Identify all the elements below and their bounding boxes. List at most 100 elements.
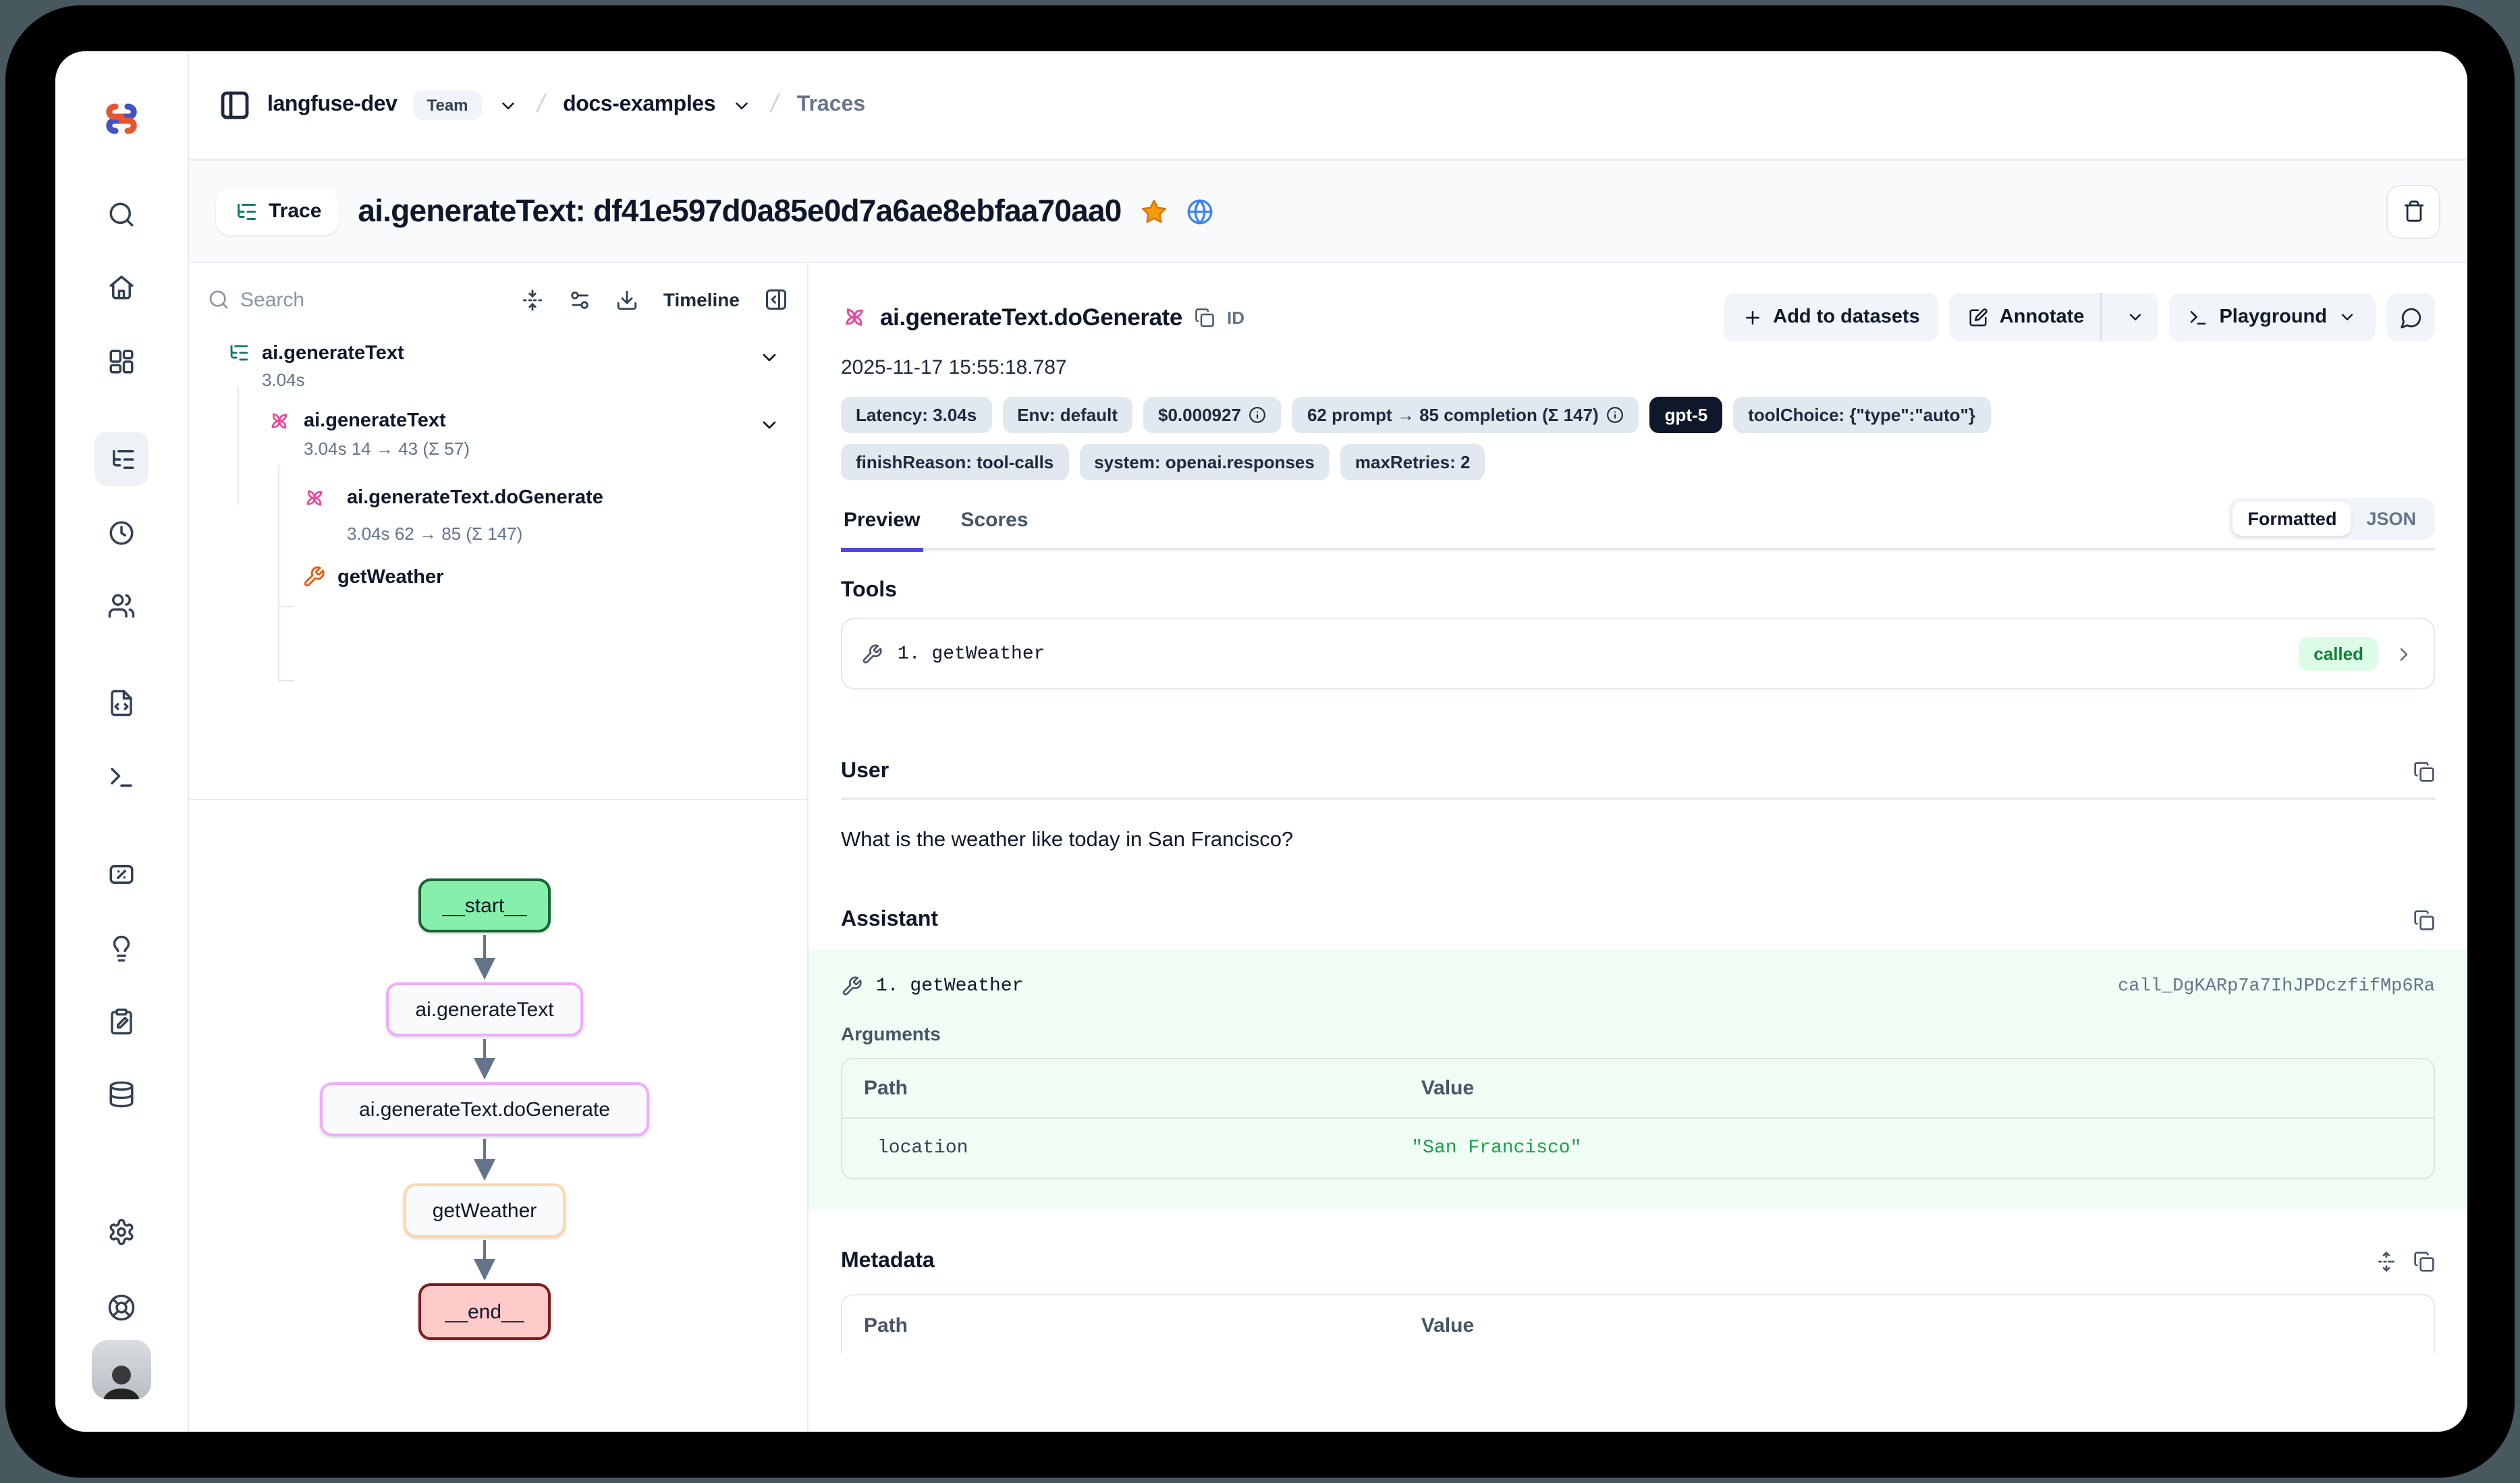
graph-node-dogenerate[interactable]: ai.generateText.doGenerate bbox=[320, 1082, 649, 1136]
download-icon[interactable] bbox=[616, 288, 639, 311]
copy-icon[interactable] bbox=[2413, 1251, 2435, 1272]
annotation-icon[interactable] bbox=[107, 1007, 136, 1036]
breadcrumb-project[interactable]: docs-examples bbox=[563, 93, 715, 117]
annotate-button[interactable]: Annotate bbox=[1950, 293, 2102, 341]
tree-settings-icon[interactable] bbox=[569, 288, 592, 311]
agent-graph-panel: __start__ ai.generateText ai.generateTex… bbox=[189, 800, 807, 1432]
tree-row-stats: 3.04s 14 → 43 (Σ 57) bbox=[267, 439, 788, 459]
annotate-dropdown-chevron-icon[interactable] bbox=[2112, 293, 2158, 341]
collapse-all-icon[interactable] bbox=[522, 288, 545, 311]
metadata-col-value: Value bbox=[1421, 1314, 1474, 1337]
detail-tabs: Preview Scores Formatted JSON bbox=[841, 502, 2435, 551]
avatar[interactable] bbox=[92, 1340, 151, 1399]
metadata-section-header: Metadata bbox=[841, 1250, 2435, 1274]
desktop-background: langfuse-dev Team / docs-examples / Trac… bbox=[0, 0, 2520, 1483]
chevron-down-icon bbox=[2338, 308, 2357, 327]
tree-row-dogenerate-selected[interactable]: ai.generateText.doGenerate 3.04s 62 → 85… bbox=[208, 478, 788, 544]
tree-search-input[interactable] bbox=[240, 288, 362, 311]
search-icon[interactable] bbox=[107, 200, 136, 229]
trace-type-label: Trace bbox=[269, 200, 321, 223]
datasets-icon[interactable] bbox=[107, 1080, 136, 1109]
tree-search[interactable] bbox=[208, 288, 497, 311]
tree-row-label: getWeather bbox=[337, 566, 443, 588]
support-icon[interactable] bbox=[107, 1293, 136, 1322]
observation-badges: Latency: 3.04s Env: default $0.000927 62… bbox=[841, 397, 2191, 480]
tree-row-generation[interactable]: ai.generateText 3.04s 14 → 43 (Σ 57) bbox=[208, 409, 788, 459]
graph-node-generatetext[interactable]: ai.generateText bbox=[386, 982, 583, 1036]
trace-type-pill: Trace bbox=[216, 188, 339, 234]
evals-icon[interactable] bbox=[107, 934, 136, 963]
tokens-badge[interactable]: 62 prompt → 85 completion (Σ 147) bbox=[1292, 397, 1639, 433]
tab-preview[interactable]: Preview bbox=[841, 509, 923, 548]
public-globe-icon[interactable] bbox=[1186, 198, 1213, 225]
copy-id-icon[interactable] bbox=[1195, 307, 1215, 327]
expand-icon[interactable] bbox=[2376, 1251, 2397, 1272]
chevron-down-icon[interactable] bbox=[759, 414, 780, 436]
arguments-label: Arguments bbox=[841, 1023, 2435, 1044]
copy-icon[interactable] bbox=[2413, 910, 2435, 931]
tool-call-name: 1. getWeather bbox=[876, 976, 1023, 997]
tab-scores[interactable]: Scores bbox=[958, 509, 1031, 548]
add-to-datasets-button[interactable]: Add to datasets bbox=[1723, 293, 1939, 341]
copy-icon[interactable] bbox=[2413, 761, 2435, 783]
timeline-toggle[interactable]: Timeline bbox=[663, 289, 740, 310]
model-badge[interactable]: gpt-5 bbox=[1650, 397, 1723, 433]
langfuse-logo bbox=[101, 101, 142, 136]
scores-icon[interactable] bbox=[107, 860, 136, 889]
sessions-icon[interactable] bbox=[107, 519, 136, 547]
tree-row-label: ai.generateText bbox=[304, 410, 446, 432]
playground-icon[interactable] bbox=[107, 763, 136, 791]
args-col-value: Value bbox=[1421, 1077, 1474, 1100]
tools-heading: Tools bbox=[841, 579, 2435, 603]
tracing-icon[interactable] bbox=[94, 432, 148, 486]
observation-tree-panel: Timeline bbox=[189, 263, 807, 800]
sidebar-toggle-icon[interactable] bbox=[219, 89, 251, 121]
wrench-icon bbox=[302, 565, 325, 588]
comments-button[interactable] bbox=[2386, 293, 2435, 341]
observation-title: ai.generateText.doGenerate bbox=[880, 303, 1182, 331]
annotate-split-button[interactable]: Annotate bbox=[1950, 293, 2159, 341]
system-badge: system: openai.responses bbox=[1079, 444, 1330, 480]
collapse-panel-icon[interactable] bbox=[764, 287, 788, 312]
prompts-icon[interactable] bbox=[107, 689, 136, 717]
tree-row-trace[interactable]: ai.generateText 3.04s bbox=[208, 341, 788, 390]
chevron-down-icon[interactable] bbox=[759, 347, 780, 368]
trace-header-bar: Trace ai.generateText: df41e597d0a85e0d7… bbox=[189, 161, 2467, 263]
tool-list-item[interactable]: 1. getWeather called bbox=[841, 618, 2435, 690]
plus-icon bbox=[1742, 307, 1762, 327]
chevron-right-icon[interactable] bbox=[2393, 643, 2415, 665]
breadcrumb-org[interactable]: langfuse-dev bbox=[267, 93, 398, 117]
tree-row-label: ai.generateText.doGenerate bbox=[347, 487, 603, 509]
breadcrumb-section[interactable]: Traces bbox=[797, 93, 865, 117]
comment-icon bbox=[2399, 306, 2422, 329]
graph-node-end[interactable]: __end__ bbox=[418, 1283, 551, 1340]
latency-badge: Latency: 3.04s bbox=[841, 397, 991, 433]
home-icon[interactable] bbox=[107, 273, 136, 302]
tool-called-badge: called bbox=[2299, 637, 2378, 671]
graph-node-start[interactable]: __start__ bbox=[418, 878, 551, 932]
settings-icon[interactable] bbox=[107, 1218, 136, 1246]
assistant-heading: Assistant bbox=[841, 908, 938, 932]
args-row-value: "San Francisco" bbox=[1411, 1138, 1581, 1159]
org-type-badge: Team bbox=[414, 90, 482, 120]
observation-column: Timeline bbox=[189, 263, 809, 1432]
dashboard-icon[interactable] bbox=[107, 347, 136, 376]
maxretries-badge: maxRetries: 2 bbox=[1340, 444, 1485, 480]
delete-trace-button[interactable] bbox=[2386, 184, 2440, 238]
screenshot-stage: langfuse-dev Team / docs-examples / Trac… bbox=[0, 0, 2520, 1483]
bookmark-star-icon[interactable] bbox=[1141, 198, 1168, 225]
format-json-option[interactable]: JSON bbox=[2351, 502, 2431, 536]
format-formatted-option[interactable]: Formatted bbox=[2233, 502, 2351, 536]
generation-icon-chip bbox=[294, 478, 335, 518]
wrench-icon bbox=[841, 976, 862, 997]
tool-name: 1. getWeather bbox=[898, 643, 1045, 665]
users-icon[interactable] bbox=[107, 592, 136, 620]
org-chevron-down-icon[interactable] bbox=[498, 95, 518, 115]
graph-node-getweather[interactable]: getWeather bbox=[404, 1183, 566, 1237]
tree-row-getweather[interactable]: getWeather bbox=[208, 565, 788, 588]
project-chevron-down-icon[interactable] bbox=[732, 95, 752, 115]
sidebar-rail bbox=[55, 51, 189, 1432]
assistant-section-header: Assistant bbox=[841, 908, 2435, 932]
playground-button[interactable]: Playground bbox=[2169, 293, 2376, 341]
cost-badge[interactable]: $0.000927 bbox=[1143, 397, 1282, 433]
